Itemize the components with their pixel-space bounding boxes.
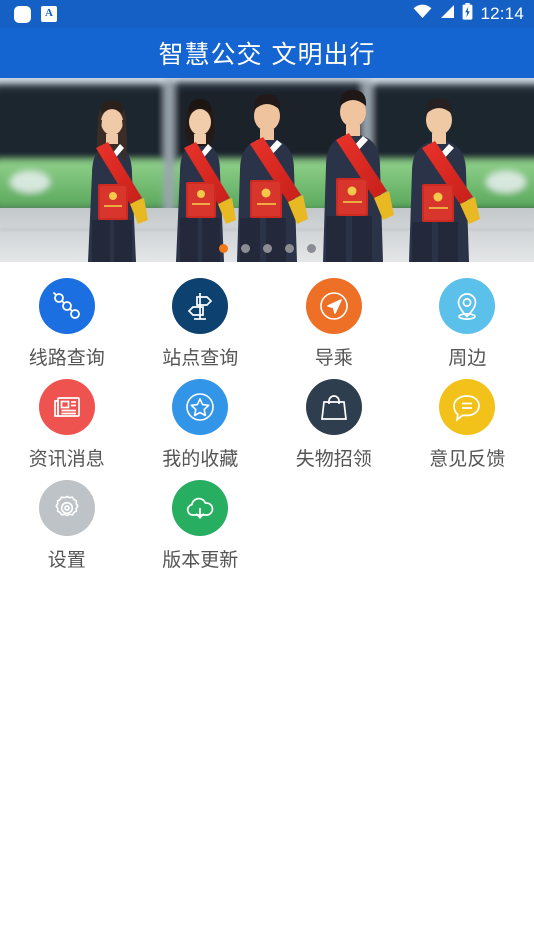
wifi-icon xyxy=(413,4,432,24)
grid-item-label: 站点查询 xyxy=(162,347,239,369)
status-bar-right: 12:14 xyxy=(413,3,524,25)
handbag-icon[interactable] xyxy=(305,379,362,435)
speech-bubble-icon[interactable] xyxy=(439,379,496,435)
status-bar-left: A xyxy=(14,5,57,23)
app-header: 智慧公交 文明出行 xyxy=(0,28,534,78)
newspaper-icon[interactable] xyxy=(38,379,95,435)
banner-photo xyxy=(0,78,534,262)
grid-item-route-query[interactable]: 线路查询 xyxy=(0,278,134,379)
signal-icon xyxy=(439,4,455,24)
grid-item-nearby[interactable]: 周边 xyxy=(401,278,534,379)
signpost-icon[interactable] xyxy=(172,278,229,334)
grid-item-label: 设置 xyxy=(47,549,86,571)
carousel-dot[interactable] xyxy=(284,244,294,253)
cloud-download-icon[interactable] xyxy=(172,480,229,536)
banner-carousel[interactable] xyxy=(0,78,534,262)
navigation-arrow-icon[interactable] xyxy=(305,278,362,334)
map-pin-icon[interactable] xyxy=(439,278,496,334)
star-circle-icon[interactable] xyxy=(172,379,229,435)
grid-item-label: 我的收藏 xyxy=(162,448,239,470)
carousel-dot[interactable] xyxy=(218,244,228,253)
grid-item-news[interactable]: 资讯消息 xyxy=(0,379,134,480)
ime-a-icon: A xyxy=(41,6,57,22)
grid-item-favorites[interactable]: 我的收藏 xyxy=(134,379,268,480)
grid-item-label: 周边 xyxy=(448,347,487,369)
grid-item-label: 导乘 xyxy=(314,347,353,369)
clock-time: 12:14 xyxy=(480,4,524,23)
carousel-dots[interactable] xyxy=(0,244,534,253)
grid-item-label: 资讯消息 xyxy=(28,448,105,470)
grid-item-feedback[interactable]: 意见反馈 xyxy=(401,379,534,480)
grid-item-station-query[interactable]: 站点查询 xyxy=(134,278,268,379)
grid-item-lost-and-found[interactable]: 失物招领 xyxy=(267,379,401,480)
carousel-dot[interactable] xyxy=(262,244,272,253)
gear-icon[interactable] xyxy=(38,480,95,536)
battery-charging-icon xyxy=(462,3,473,25)
carousel-dot[interactable] xyxy=(306,244,316,253)
grid-item-navigation[interactable]: 导乘 xyxy=(267,278,401,379)
grid-item-settings[interactable]: 设置 xyxy=(0,480,134,581)
carousel-dot[interactable] xyxy=(240,244,250,253)
grid-item-version-update[interactable]: 版本更新 xyxy=(134,480,268,581)
grid-item-label: 版本更新 xyxy=(162,549,239,571)
feature-grid: 线路查询 站点查询 导乘 周边 资讯消息 我的收藏 失物招领 意见反馈 设置 版… xyxy=(0,262,534,581)
route-nodes-icon[interactable] xyxy=(38,278,95,334)
grid-item-label: 意见反馈 xyxy=(429,448,506,470)
grid-item-label: 失物招领 xyxy=(295,448,372,470)
rounded-square-icon xyxy=(14,5,31,23)
page-title: 智慧公交 文明出行 xyxy=(158,40,376,69)
status-bar: A 12:14 xyxy=(0,0,534,28)
grid-item-label: 线路查询 xyxy=(28,347,105,369)
